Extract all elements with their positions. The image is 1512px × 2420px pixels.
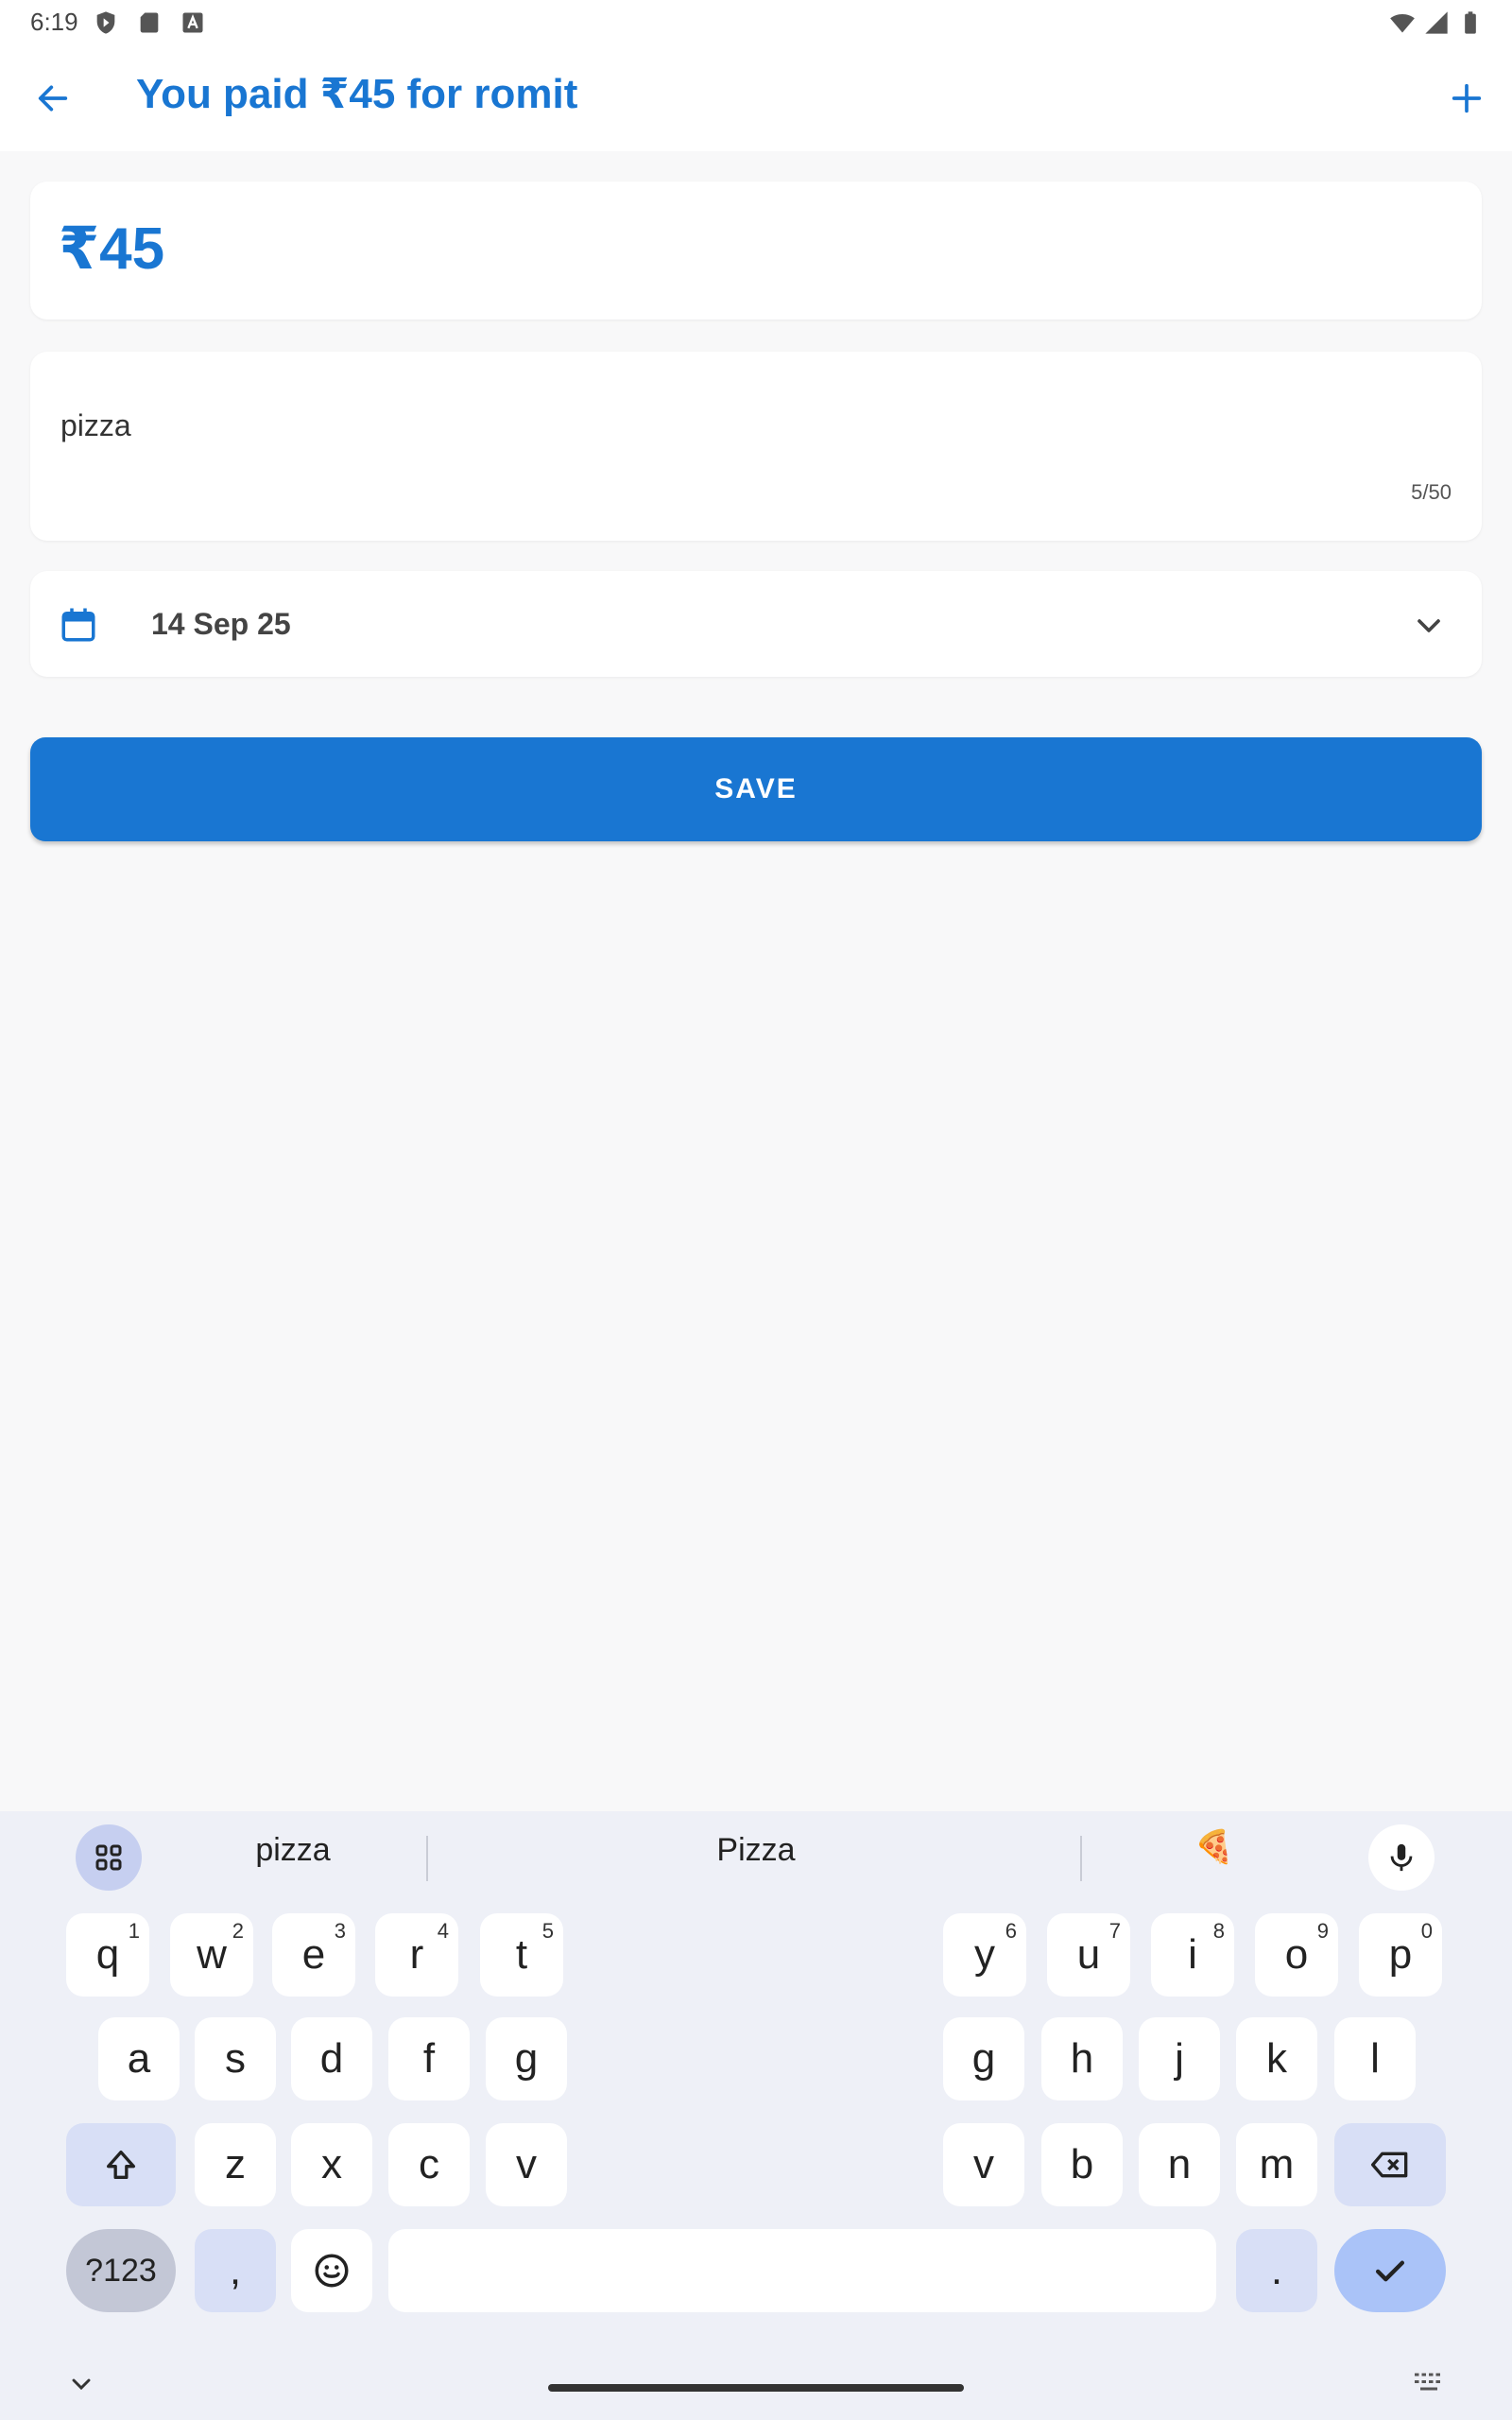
suggestion-bar: pizza Pizza 🍕 xyxy=(0,1811,1512,1902)
check-icon xyxy=(1375,2260,1405,2282)
symbols-key[interactable]: ?123 xyxy=(66,2229,176,2312)
emoji-icon xyxy=(315,2254,349,2288)
key-l[interactable]: l xyxy=(1334,2017,1416,2100)
save-button[interactable]: SAVE xyxy=(30,737,1482,841)
key-label: p xyxy=(1388,1931,1413,1978)
key-label: e xyxy=(301,1931,326,1978)
key-k[interactable]: k xyxy=(1236,2017,1317,2100)
key-label: o xyxy=(1284,1931,1309,1978)
key-hint: 0 xyxy=(1420,1919,1433,1943)
date-picker[interactable]: 14 Sep 25 xyxy=(30,571,1482,677)
key-f[interactable]: f xyxy=(388,2017,470,2100)
enter-key[interactable] xyxy=(1334,2229,1446,2312)
wifi-icon xyxy=(1390,13,1415,33)
key-y[interactable]: y6 xyxy=(943,1913,1026,1996)
key-g[interactable]: g xyxy=(943,2017,1024,2100)
key-u[interactable]: u7 xyxy=(1047,1913,1130,1996)
key-hint: 9 xyxy=(1316,1919,1329,1943)
key-e[interactable]: e3 xyxy=(272,1913,355,1996)
key-label: i xyxy=(1188,1931,1197,1978)
hide-keyboard-icon[interactable] xyxy=(66,2369,96,2399)
key-w[interactable]: w2 xyxy=(170,1913,253,1996)
plus-icon xyxy=(1452,83,1482,113)
suggestion-divider xyxy=(1080,1836,1082,1881)
back-button[interactable] xyxy=(26,76,79,121)
apps-button[interactable] xyxy=(76,1824,142,1891)
app-bar: You paid ₹45 for romit xyxy=(0,45,1512,151)
status-time: 6:19 xyxy=(30,8,78,36)
key-label: t xyxy=(515,1931,528,1978)
key-c[interactable]: c xyxy=(388,2123,470,2206)
shift-icon xyxy=(107,2151,135,2179)
arrow-back-icon xyxy=(38,85,68,112)
calendar-icon xyxy=(61,608,95,642)
key-label: q xyxy=(95,1931,120,1978)
key-x[interactable]: x xyxy=(291,2123,372,2206)
grid-icon xyxy=(95,1844,122,1871)
shift-key[interactable] xyxy=(66,2123,176,2206)
key-hint: 3 xyxy=(334,1919,346,1943)
suggestion-3[interactable]: 🍕 xyxy=(1186,1828,1243,1866)
key-b[interactable]: b xyxy=(1041,2123,1123,2206)
voice-input-button[interactable] xyxy=(1368,1824,1435,1891)
key-s[interactable]: s xyxy=(195,2017,276,2100)
key-label: u xyxy=(1076,1931,1101,1978)
key-hint: 8 xyxy=(1212,1919,1225,1943)
key-hint: 2 xyxy=(232,1919,244,1943)
sd-card-icon xyxy=(140,12,159,33)
note-input[interactable] xyxy=(60,408,1440,443)
key-g[interactable]: g xyxy=(486,2017,567,2100)
key-j[interactable]: j xyxy=(1139,2017,1220,2100)
suggestion-2[interactable]: Pizza xyxy=(662,1832,850,1869)
chevron-down-icon[interactable] xyxy=(1410,607,1448,645)
key-v[interactable]: v xyxy=(486,2123,567,2206)
key-r[interactable]: r4 xyxy=(375,1913,458,1996)
backspace-icon xyxy=(1370,2152,1408,2178)
key-hint: 6 xyxy=(1005,1919,1017,1943)
key-i[interactable]: i8 xyxy=(1151,1913,1234,1996)
add-button[interactable] xyxy=(1440,76,1493,121)
key-m[interactable]: m xyxy=(1236,2123,1317,2206)
date-value: 14 Sep 25 xyxy=(151,607,291,641)
key-label: w xyxy=(197,1931,227,1978)
keyboard-switch-icon[interactable] xyxy=(1412,2369,1446,2397)
comma-key[interactable]: , xyxy=(195,2229,276,2312)
key-hint: 4 xyxy=(437,1919,449,1943)
shield-icon xyxy=(96,11,115,34)
key-label: r xyxy=(409,1931,424,1978)
suggestion-divider xyxy=(426,1836,428,1881)
gesture-handle[interactable] xyxy=(548,2384,964,2392)
backspace-key[interactable] xyxy=(1334,2123,1446,2206)
space-key[interactable] xyxy=(388,2229,1216,2312)
key-q[interactable]: q1 xyxy=(66,1913,149,1996)
key-v[interactable]: v xyxy=(943,2123,1024,2206)
status-bar: 6:19 xyxy=(0,0,1512,45)
keyboard-a-icon xyxy=(182,12,203,33)
soft-keyboard: pizza Pizza 🍕 q1 w2 e3 r4 t5 y6 u7 i8 o9… xyxy=(0,1811,1512,2420)
key-p[interactable]: p0 xyxy=(1359,1913,1442,1996)
char-counter: 5/50 xyxy=(1411,480,1452,504)
key-h[interactable]: h xyxy=(1041,2017,1123,2100)
key-hint: 1 xyxy=(128,1919,140,1943)
battery-icon xyxy=(1465,11,1476,34)
key-n[interactable]: n xyxy=(1139,2123,1220,2206)
key-hint: 5 xyxy=(541,1919,554,1943)
key-t[interactable]: t5 xyxy=(480,1913,563,1996)
key-z[interactable]: z xyxy=(195,2123,276,2206)
note-field[interactable]: 5/50 xyxy=(30,352,1482,541)
amount-field[interactable]: ₹45 xyxy=(30,182,1482,320)
key-a[interactable]: a xyxy=(98,2017,180,2100)
page-title: You paid ₹45 for romit xyxy=(136,71,578,117)
key-hint: 7 xyxy=(1108,1919,1121,1943)
amount-value: ₹45 xyxy=(59,216,165,282)
mic-icon xyxy=(1390,1843,1413,1872)
period-key[interactable]: . xyxy=(1236,2229,1317,2312)
signal-icon xyxy=(1425,11,1448,34)
key-o[interactable]: o9 xyxy=(1255,1913,1338,1996)
suggestion-1[interactable]: pizza xyxy=(217,1832,369,1869)
emoji-key[interactable] xyxy=(291,2229,372,2312)
key-d[interactable]: d xyxy=(291,2017,372,2100)
key-label: y xyxy=(974,1931,995,1978)
